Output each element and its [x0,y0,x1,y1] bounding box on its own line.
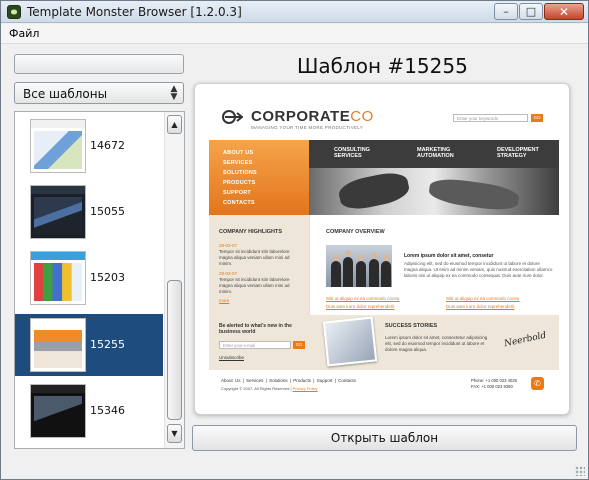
template-thumbnail [30,318,86,372]
minimize-button[interactable]: – [494,3,518,20]
site-tabs: CONSULTING SERVICES MARKETING AUTOMATION D… [309,140,559,168]
scroll-up-button[interactable]: ▲ [167,115,182,134]
template-filter-select[interactable]: Все шаблоны ▲ ▼ [14,82,184,104]
site-overview: COMPANY OVERVIEW Lorem ipsum dolor sit a… [309,215,559,315]
site-search-field: Enter your keywords [453,114,528,122]
site-nav-item: SOLUTIONS [223,170,257,176]
site-nav-item: CONTACTS [223,200,255,206]
maximize-icon: □ [525,5,537,18]
scroll-thumb[interactable] [167,280,182,420]
site-tab: MARKETING AUTOMATION [417,147,454,159]
site-nav: ABOUT US SERVICES SOLUTIONS PRODUCTS SUP… [209,140,309,215]
close-icon: ✕ [558,4,570,19]
site-hero-photo [309,168,559,215]
site-logo: CORPORATECO [251,108,374,125]
site-subscribe-success: Be alerted to what's new in the business… [209,315,559,370]
window-controls: – □ ✕ [494,3,584,20]
chevron-up-icon: ▲ [171,120,178,129]
template-id: 14672 [90,139,125,152]
app-logo-icon [7,5,21,19]
window-title: Template Monster Browser [1.2.0.3] [27,5,242,19]
menu-bar: Файл [1,24,588,44]
chevron-down-icon: ▼ [171,429,178,438]
close-button[interactable]: ✕ [544,3,584,20]
template-id: 15055 [90,205,125,218]
app-window: Template Monster Browser [1.2.0.3] – □ ✕… [0,0,589,480]
site-nav-item: SUPPORT [223,190,251,196]
success-photo [322,316,378,367]
template-preview: CORPORATECO MANAGING YOUR TIME MORE PROD… [194,83,570,415]
open-template-button[interactable]: Открыть шаблон [192,425,577,451]
preview-website: CORPORATECO MANAGING YOUR TIME MORE PROD… [209,95,559,405]
template-thumbnail [30,384,86,438]
search-input[interactable] [14,54,184,74]
site-search-go: GO [531,114,543,122]
template-id: 15203 [90,271,125,284]
title-bar[interactable]: Template Monster Browser [1.2.0.3] – □ ✕ [1,1,588,23]
template-id: 15255 [90,338,125,351]
list-scrollbar[interactable]: ▲ ▼ [164,112,184,448]
signature: Neerbold [503,330,548,350]
minimize-icon: – [503,5,509,18]
site-tab: DEVELOPMENT STRATEGY [497,147,539,159]
menu-file[interactable]: Файл [9,27,39,40]
site-nav-item: ABOUT US [223,150,254,156]
template-thumbnail [30,185,86,239]
list-item[interactable]: 15346 [15,380,163,442]
site-footer: About Us | Services | Solutions | Produc… [209,370,559,405]
template-title: Шаблон #15255 [297,54,468,78]
template-id: 15346 [90,404,125,417]
site-nav-item: SERVICES [223,160,253,166]
maximize-button[interactable]: □ [519,3,543,20]
list-item[interactable]: 15255 [15,314,163,376]
list-item[interactable]: 15055 [15,181,163,243]
site-tagline: MANAGING YOUR TIME MORE PRODUCTIVELY [251,125,364,130]
phone-icon: ✆ [531,377,544,390]
site-highlights: COMPANY HIGHLIGHTS 28-03-07 Tempor sit i… [209,215,309,315]
team-photo [326,245,392,287]
updown-arrows-icon: ▲ ▼ [170,84,178,102]
site-nav-item: PRODUCTS [223,180,256,186]
filter-selected-value: Все шаблоны [23,87,108,101]
site-tab: CONSULTING SERVICES [334,147,370,159]
open-template-label: Открыть шаблон [330,431,439,445]
list-item[interactable]: 15203 [15,247,163,309]
logo-arrow-icon [222,110,243,124]
resize-grip-icon[interactable] [575,466,585,476]
template-thumbnail [30,251,86,305]
site-header: CORPORATECO MANAGING YOUR TIME MORE PROD… [209,95,559,140]
template-list[interactable]: 14672 15055 15203 15255 15346 ▲ ▼ [14,111,185,449]
scroll-down-button[interactable]: ▼ [167,424,182,443]
template-thumbnail [30,119,86,173]
list-item[interactable]: 14672 [15,115,163,177]
